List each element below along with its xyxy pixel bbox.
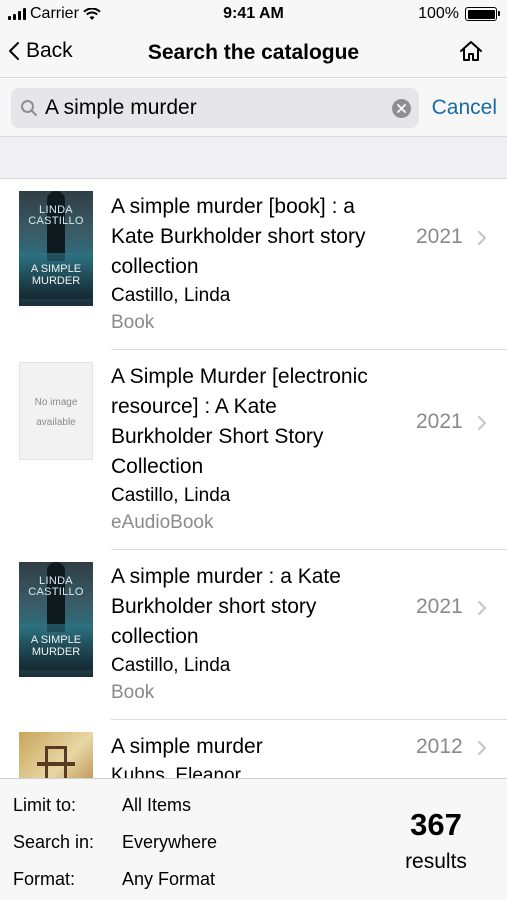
format-label: Format: — [13, 869, 76, 889]
close-icon — [397, 104, 406, 113]
format-value[interactable]: Any Format — [122, 869, 215, 890]
page-title: Search the catalogue — [147, 41, 360, 64]
search-in-label: Search in: — [13, 832, 95, 852]
limit-value[interactable]: All Items — [122, 795, 191, 816]
result-title: A simple murder [book] : a — [111, 195, 355, 218]
search-in-value[interactable]: Everywhere — [122, 832, 217, 853]
search-bar: Cancel — [0, 79, 507, 137]
result-title: resource] : A Kate — [111, 395, 277, 418]
result-title: Burkholder Short Story — [111, 425, 324, 448]
battery-percent: 100% — [418, 5, 459, 22]
result-year: 2021 — [416, 410, 463, 433]
result-author: Kuhns, Eleanor — [111, 765, 241, 778]
result-format: eAudioBook — [111, 512, 214, 533]
limit-label: Limit to: — [13, 795, 77, 815]
no-image-placeholder: No image available — [19, 362, 93, 460]
chevron-right-icon — [478, 231, 486, 245]
search-input[interactable] — [45, 96, 375, 120]
book-cover-image: LINDA CASTILLO A SIMPLE MURDER — [19, 191, 93, 306]
status-bar: Carrier 9:41 AM 100% — [0, 0, 507, 28]
results-list[interactable]: LINDA CASTILLO A SIMPLE MURDER A simple … — [0, 180, 507, 778]
list-item[interactable]: LINDA CASTILLO A SIMPLE MURDER A simple … — [0, 550, 507, 720]
navigation-bar: Back Search the catalogue — [0, 28, 507, 78]
result-author: Castillo, Linda — [111, 655, 231, 676]
result-year: 2021 — [416, 225, 463, 248]
home-button[interactable] — [459, 40, 483, 67]
chevron-right-icon — [478, 601, 486, 615]
result-author: Castillo, Linda — [111, 285, 231, 306]
book-cover-image: LINDA CASTILLO A SIMPLE MURDER — [19, 562, 93, 677]
chevron-right-icon — [478, 416, 486, 430]
status-right: 100% — [418, 5, 500, 23]
result-title: Collection — [111, 455, 204, 478]
result-author: Castillo, Linda — [111, 485, 231, 506]
search-filters-footer: Limit to: All Items Search in: Everywher… — [0, 778, 507, 900]
list-item[interactable]: LINDA CASTILLO A SIMPLE MURDER A simple … — [0, 180, 507, 350]
result-count-label: results — [405, 850, 467, 873]
result-count: 367 — [410, 807, 462, 842]
result-year: 2021 — [416, 595, 463, 618]
search-icon — [20, 99, 38, 117]
result-title: A simple murder : a Kate — [111, 565, 341, 588]
battery-icon — [465, 7, 500, 21]
clear-search-button[interactable] — [392, 99, 411, 118]
search-field[interactable] — [11, 88, 419, 128]
list-item[interactable]: No image available A Simple Murder [elec… — [0, 350, 507, 550]
result-title: A Simple Murder [electronic — [111, 365, 368, 388]
result-year: 2012 — [416, 735, 463, 758]
book-cover-image — [19, 732, 93, 778]
section-spacer — [0, 137, 507, 179]
result-format: Book — [111, 312, 155, 333]
result-title: Kate Burkholder short story — [111, 225, 366, 248]
result-title: Burkholder short story — [111, 595, 317, 618]
list-item[interactable]: A simple murder Kuhns, Eleanor 2012 — [0, 720, 507, 778]
result-format: Book — [111, 682, 155, 703]
cancel-button[interactable]: Cancel — [432, 96, 497, 120]
home-icon — [460, 41, 482, 61]
result-title: A simple murder — [111, 735, 263, 758]
result-title: collection — [111, 255, 199, 278]
result-title: collection — [111, 625, 199, 648]
chevron-right-icon — [478, 741, 486, 755]
